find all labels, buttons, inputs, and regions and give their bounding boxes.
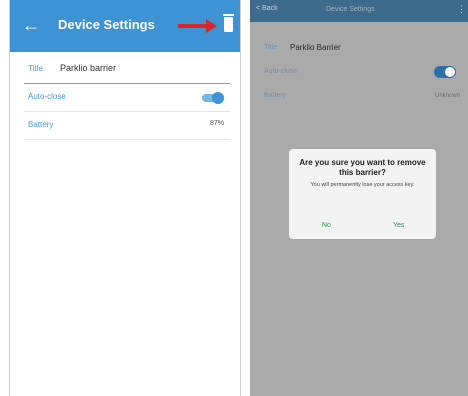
battery-label: Battery [264,92,287,99]
title-field: Parklio Barrier [290,43,341,52]
autoclose-row: Auto-close [264,62,460,84]
page-title: Device Settings [58,17,155,32]
title-field[interactable]: Parklio barrier [60,63,116,73]
app-header: < Back Device Settings ⋮ [250,0,468,22]
battery-row: Battery Unknown [264,86,460,108]
title-underline [24,83,230,84]
red-arrow-annotation [178,19,218,33]
panel-separator [241,0,250,396]
autoclose-label: Auto-close [264,68,298,75]
dialog-message: You will permanently lose your access ke… [310,182,415,188]
autoclose-label: Auto-close [28,92,66,101]
title-row[interactable]: Title Parklio barrier [24,58,230,84]
battery-value: Unknown [434,93,460,99]
battery-value: 87% [209,120,224,127]
trash-icon[interactable] [223,14,234,32]
autoclose-toggle[interactable] [202,92,224,104]
device-settings-screen: ← Device Settings Title Parklio barrier … [9,0,241,396]
back-button[interactable]: < Back [256,5,278,12]
divider [24,139,230,140]
autoclose-toggle [434,66,456,78]
yes-button[interactable]: Yes [393,222,404,229]
title-row: Title Parklio Barrier [264,38,460,60]
battery-label: Battery [28,120,54,129]
page-title: Device Settings [326,6,375,13]
confirm-remove-dialog: Are you sure you want to remove this bar… [289,149,436,239]
arrow-left-icon[interactable]: ← [22,15,42,35]
no-button[interactable]: No [322,222,331,229]
battery-row: Battery 87% [24,114,230,140]
title-label: Title [264,44,277,51]
more-icon[interactable]: ⋮ [457,4,466,15]
app-header: ← Device Settings [10,0,240,52]
divider [24,111,230,112]
dialog-title: Are you sure you want to remove this bar… [299,158,426,177]
title-label: Title [28,64,43,73]
autoclose-row: Auto-close [24,86,230,112]
